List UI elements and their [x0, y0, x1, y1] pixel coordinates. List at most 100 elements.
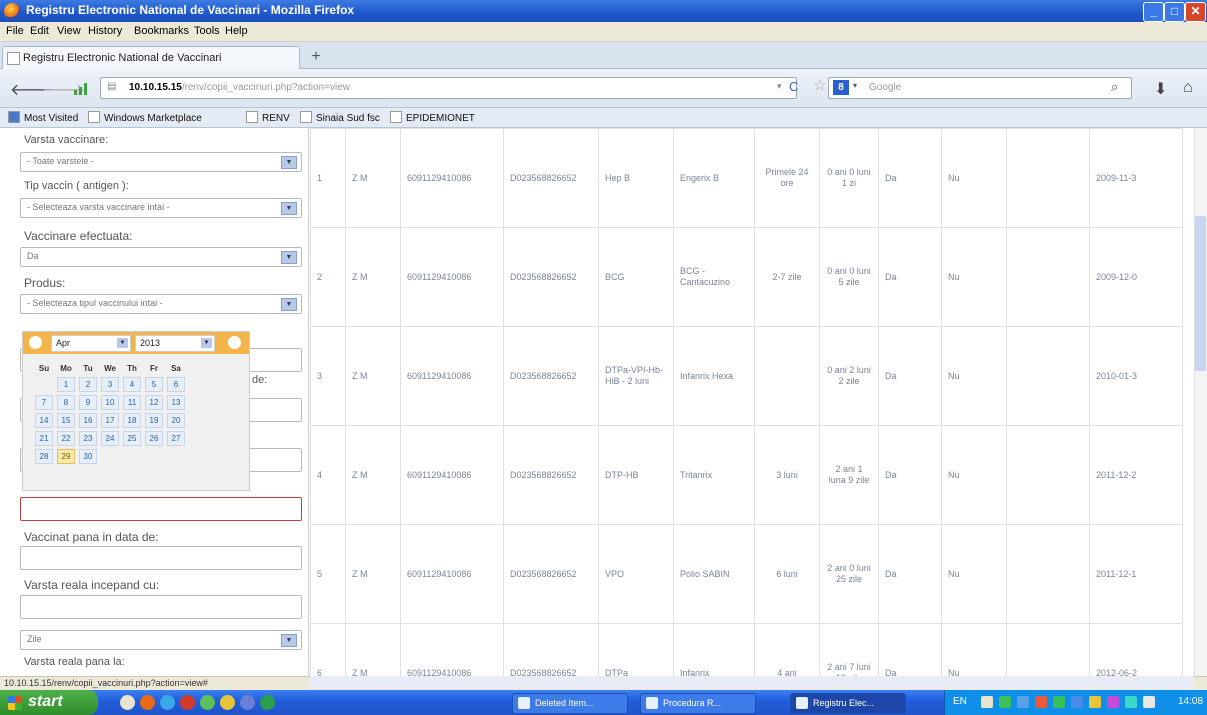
menu-help[interactable]: Help	[225, 25, 248, 37]
datepicker-day[interactable]: 16	[79, 413, 97, 428]
datepicker-day[interactable]: 24	[101, 431, 119, 446]
datepicker-month-select[interactable]: Apr ▼	[51, 335, 131, 352]
tip-vaccin-select[interactable]: - Selecteaza varsta vaccinare intai - ▼	[20, 198, 302, 218]
start-button[interactable]: start	[0, 690, 98, 715]
menu-history[interactable]: History	[88, 25, 122, 37]
datepicker-day[interactable]: 26	[145, 431, 163, 446]
menu-bookmarks[interactable]: Bookmarks	[134, 25, 189, 37]
datepicker-day[interactable]: 5	[145, 377, 163, 392]
opera-quicklaunch-icon[interactable]	[180, 695, 195, 710]
app2-quicklaunch-icon[interactable]	[260, 695, 275, 710]
datepicker-day[interactable]: 8	[57, 395, 75, 410]
tray-icon[interactable]	[981, 696, 993, 708]
datepicker-day[interactable]: 18	[123, 413, 141, 428]
search-engine-icon[interactable]: 8	[833, 80, 849, 95]
datepicker-next-button[interactable]	[228, 336, 241, 349]
datepicker-day[interactable]: 7	[35, 395, 53, 410]
task-deleted-items[interactable]: Deleted Item...	[512, 693, 628, 714]
datepicker-prev-button[interactable]	[29, 336, 42, 349]
datepicker-day[interactable]: 11	[123, 395, 141, 410]
table-row[interactable]: 4Z M 6091129410086 D023568826652 DTP-HB Trit…	[310, 425, 1183, 525]
table-row[interactable]: 2Z M 6091129410086 D023568826652 BCG BCG - C…	[310, 227, 1183, 327]
datepicker-day[interactable]: 3	[101, 377, 119, 392]
datepicker-day[interactable]: 28	[35, 449, 53, 464]
datepicker-day[interactable]: 13	[167, 395, 185, 410]
datepicker-day[interactable]: 17	[101, 413, 119, 428]
menu-file[interactable]: File	[6, 25, 24, 37]
datepicker-day[interactable]: 25	[123, 431, 141, 446]
menu-edit[interactable]: Edit	[30, 25, 49, 37]
tray-icon[interactable]	[1035, 696, 1047, 708]
folder-quicklaunch-icon[interactable]	[220, 695, 235, 710]
tray-icon[interactable]	[999, 696, 1011, 708]
tray-icon[interactable]	[1071, 696, 1083, 708]
menu-tools[interactable]: Tools	[194, 25, 220, 37]
window-titlebar[interactable]: Registru Electronic National de Vaccinar…	[0, 0, 1207, 22]
datepicker-day[interactable]: 15	[57, 413, 75, 428]
table-row[interactable]: 6Z M 6091129410086 D023568826652 DTPa Infanr…	[310, 623, 1183, 676]
firefox-quicklaunch-icon[interactable]	[140, 695, 155, 710]
datepicker-day[interactable]: 4	[123, 377, 141, 392]
datepicker-day[interactable]: 6	[167, 377, 185, 392]
menu-view[interactable]: View	[57, 25, 81, 37]
chrome-quicklaunch-icon[interactable]	[200, 695, 215, 710]
datepicker-day[interactable]: 22	[57, 431, 75, 446]
datepicker-day[interactable]: 21	[35, 431, 53, 446]
search-bar[interactable]: 8 ▾ Google ⌕	[828, 77, 1132, 99]
maximize-button[interactable]: □	[1164, 2, 1185, 22]
url-bar[interactable]: ▤ 10.10.15.15/renv/copii_vaccinuri.php?a…	[100, 77, 826, 99]
datepicker-day[interactable]: 23	[79, 431, 97, 446]
bookmark-renv[interactable]: RENV	[246, 111, 290, 124]
bookmark-sinaia-sud[interactable]: Sinaia Sud fsc	[300, 111, 380, 124]
varsta-reala-input[interactable]	[20, 595, 302, 619]
table-row[interactable]: 1Z M 6091129410086 D023568826652 Hep B Enger…	[310, 128, 1183, 228]
table-row[interactable]: 3Z M 6091129410086 D023568826652 DTPa-VPI-H…	[310, 326, 1183, 426]
search-icon[interactable]: ⌕	[1111, 79, 1118, 95]
bookmark-star-icon[interactable]: ☆	[813, 76, 826, 94]
scrollbar-thumb[interactable]	[1195, 216, 1206, 371]
tray-icon[interactable]	[1053, 696, 1065, 708]
bookmark-windows-marketplace[interactable]: Windows Marketplace	[88, 111, 202, 124]
volume-icon[interactable]	[1143, 696, 1155, 708]
horizontal-scrollbar[interactable]	[310, 676, 1194, 689]
vaccinat-pana-input[interactable]	[20, 546, 302, 570]
app-quicklaunch-icon[interactable]	[240, 695, 255, 710]
datepicker-day[interactable]: 1	[57, 377, 75, 392]
language-indicator[interactable]: EN	[953, 696, 967, 707]
datepicker-day[interactable]: 10	[101, 395, 119, 410]
task-registru[interactable]: Registru Elec...	[790, 693, 906, 714]
datepicker-day[interactable]: 19	[145, 413, 163, 428]
task-procedura[interactable]: Procedura R...	[640, 693, 756, 714]
bookmark-most-visited[interactable]: Most Visited	[8, 111, 78, 124]
dropdown-icon[interactable]: ▾	[777, 81, 782, 92]
datepicker-year-select[interactable]: 2013 ▼	[135, 335, 215, 352]
tray-icon[interactable]	[1089, 696, 1101, 708]
bookmark-epidemionet[interactable]: EPIDEMIONET	[390, 111, 475, 124]
vertical-scrollbar[interactable]	[1194, 128, 1207, 676]
minimize-button[interactable]: _	[1143, 2, 1164, 22]
datepicker-day[interactable]: 30	[79, 449, 97, 464]
tray-icon[interactable]	[1107, 696, 1119, 708]
site-identity-icon[interactable]: ▤	[107, 81, 116, 92]
table-row[interactable]: 5Z M 6091129410086 D023568826652 VPO Polio S…	[310, 524, 1183, 624]
tray-icon[interactable]	[1017, 696, 1029, 708]
datepicker-day[interactable]: 29	[57, 449, 75, 464]
datepicker-day[interactable]: 12	[145, 395, 163, 410]
tray-icon[interactable]	[1125, 696, 1137, 708]
ie-quicklaunch-icon[interactable]	[160, 695, 175, 710]
engine-dropdown-icon[interactable]: ▾	[853, 81, 857, 90]
datepicker-day[interactable]: 14	[35, 413, 53, 428]
datepicker-day[interactable]: 20	[167, 413, 185, 428]
datepicker-day[interactable]: 2	[79, 377, 97, 392]
quicklaunch-icon[interactable]	[120, 695, 135, 710]
date-focused-input[interactable]	[20, 497, 302, 521]
new-tab-button[interactable]: +	[306, 48, 326, 66]
home-icon[interactable]: ⌂	[1183, 79, 1193, 97]
datepicker-day[interactable]: 9	[79, 395, 97, 410]
downloads-icon[interactable]: ⬇	[1154, 79, 1167, 99]
close-button[interactable]: ✕	[1185, 2, 1206, 22]
unitate-select[interactable]: Zile ▼	[20, 630, 302, 650]
reload-icon[interactable]: C	[789, 79, 798, 94]
tab-registru[interactable]: Registru Electronic National de Vaccinar…	[2, 46, 300, 69]
vaccinare-efectuata-select[interactable]: Da ▼	[20, 247, 302, 267]
